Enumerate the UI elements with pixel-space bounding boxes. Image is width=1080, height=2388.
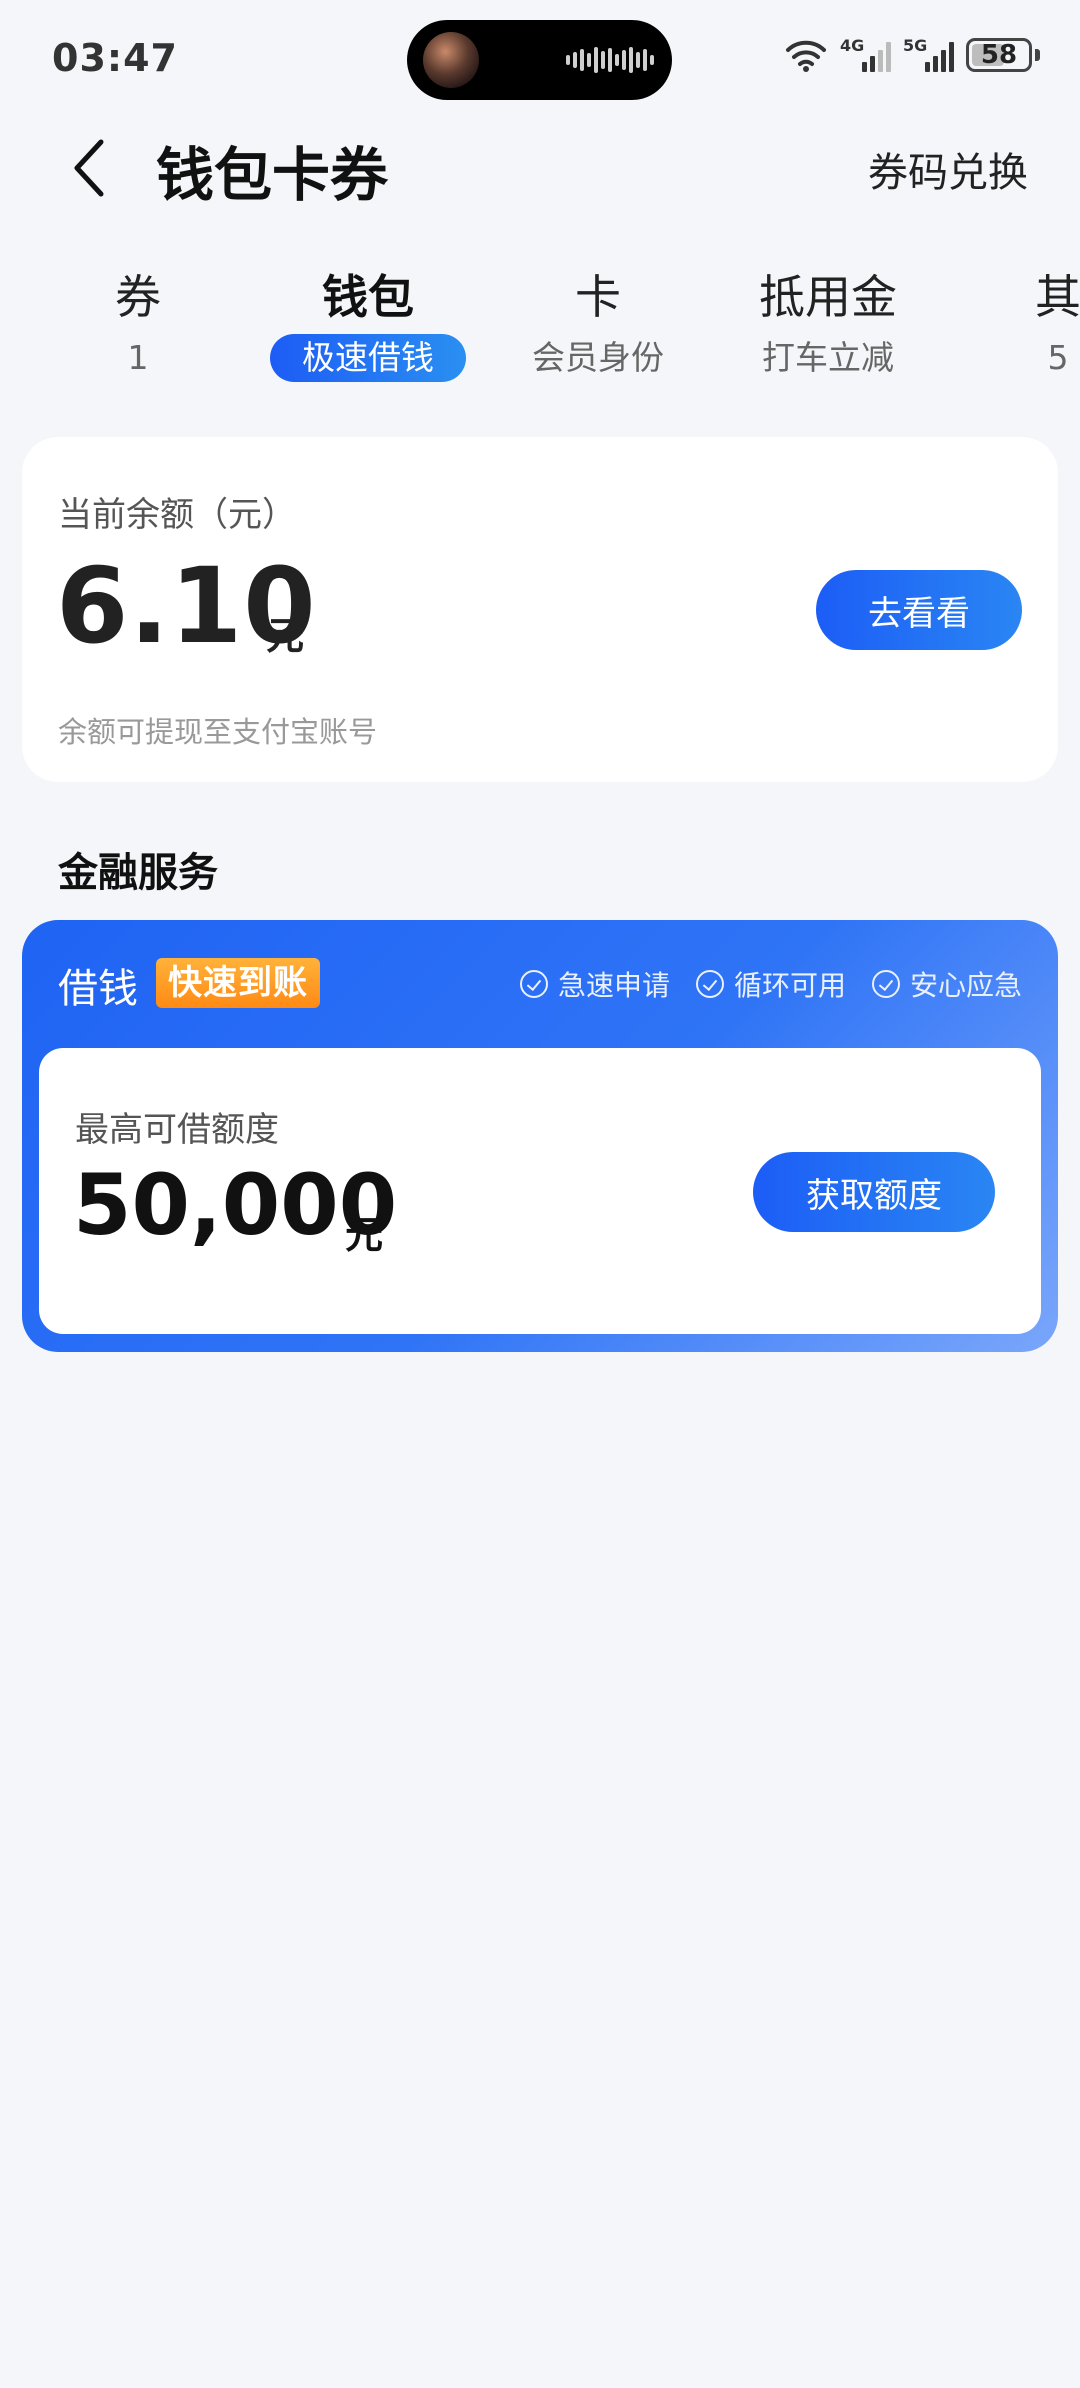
fast-arrival-badge: 快速到账 bbox=[156, 958, 320, 1008]
tab-title: 其 bbox=[1035, 270, 1080, 324]
tab-title: 抵用金 bbox=[759, 270, 897, 324]
tab-cards[interactable]: 卡 会员身份 bbox=[483, 262, 713, 382]
chevron-left-icon bbox=[74, 139, 104, 197]
balance-card: 当前余额（元） 6.10 元 余额可提现至支付宝账号 去看看 bbox=[22, 437, 1058, 782]
signal-5g-icon: 5G bbox=[903, 36, 954, 72]
tab-title: 钱包 bbox=[322, 270, 414, 324]
loan-limit-panel: 最高可借额度 50,000 元 获取额度 bbox=[39, 1048, 1041, 1334]
tab-subtitle: 5 bbox=[1047, 338, 1069, 377]
signal-4g-label: 4G bbox=[840, 36, 865, 55]
tab-title: 券 bbox=[115, 270, 161, 324]
feature-item: 安心应急 bbox=[871, 964, 1022, 1004]
feature-label: 安心应急 bbox=[909, 969, 1022, 1002]
battery-level: 58 bbox=[980, 40, 1018, 70]
tab-title: 卡 bbox=[575, 270, 621, 324]
signal-4g-icon: 4G bbox=[840, 36, 891, 72]
get-quota-button[interactable]: 获取额度 bbox=[753, 1152, 995, 1232]
check-circle-icon bbox=[519, 970, 548, 998]
header: 钱包卡券 券码兑换 bbox=[0, 118, 1080, 218]
redeem-code-button[interactable]: 券码兑换 bbox=[868, 140, 1028, 198]
tab-coupons[interactable]: 券 1 bbox=[23, 262, 253, 382]
loan-title: 借钱 bbox=[58, 966, 138, 1012]
audio-wave-icon bbox=[566, 46, 654, 74]
back-button[interactable] bbox=[54, 130, 124, 206]
balance-unit: 元 bbox=[266, 614, 305, 658]
battery-icon: 58 bbox=[966, 38, 1032, 72]
feature-item: 急速申请 bbox=[519, 964, 670, 1004]
page-title: 钱包卡券 bbox=[156, 141, 389, 209]
status-bar: 03:47 4G 5G 58 bbox=[0, 0, 1080, 118]
wifi-icon bbox=[786, 40, 826, 72]
tab-subtitle: 会员身份 bbox=[532, 338, 664, 377]
signal-5g-label: 5G bbox=[903, 36, 928, 55]
dynamic-island[interactable] bbox=[407, 20, 672, 100]
feature-label: 循环可用 bbox=[733, 969, 846, 1002]
tab-wallet[interactable]: 钱包 极速借钱 bbox=[253, 262, 483, 382]
tab-subtitle: 1 bbox=[127, 338, 149, 377]
tab-vouchers[interactable]: 抵用金 打车立减 bbox=[713, 262, 943, 382]
section-title: 金融服务 bbox=[58, 850, 218, 896]
feature-label: 急速申请 bbox=[557, 969, 670, 1002]
check-circle-icon bbox=[695, 970, 724, 998]
loan-limit-unit: 元 bbox=[345, 1213, 384, 1257]
check-circle-icon bbox=[871, 970, 900, 998]
loan-card[interactable]: 借钱 快速到账 急速申请 循环可用 安心应急 最高可借额度 50,000 元 获… bbox=[22, 920, 1058, 1352]
loan-features: 急速申请 循环可用 安心应急 bbox=[519, 964, 1022, 1004]
tab-subtitle: 打车立减 bbox=[762, 338, 894, 377]
feature-item: 循环可用 bbox=[695, 964, 846, 1004]
category-tabs: 券 1 钱包 极速借钱 卡 会员身份 抵用金 打车立减 其 5 bbox=[0, 262, 1080, 392]
tab-subtitle-badge: 极速借钱 bbox=[270, 334, 466, 382]
tab-other[interactable]: 其 5 bbox=[943, 262, 1080, 382]
loan-limit-label: 最高可借额度 bbox=[75, 1110, 279, 1150]
balance-label: 当前余额（元） bbox=[58, 495, 296, 535]
status-icons: 4G 5G 58 bbox=[784, 36, 1040, 72]
balance-note: 余额可提现至支付宝账号 bbox=[58, 715, 378, 749]
battery-tip bbox=[1035, 49, 1040, 61]
now-playing-avatar bbox=[423, 32, 479, 88]
view-balance-button[interactable]: 去看看 bbox=[816, 570, 1022, 650]
status-time: 03:47 bbox=[52, 36, 178, 80]
